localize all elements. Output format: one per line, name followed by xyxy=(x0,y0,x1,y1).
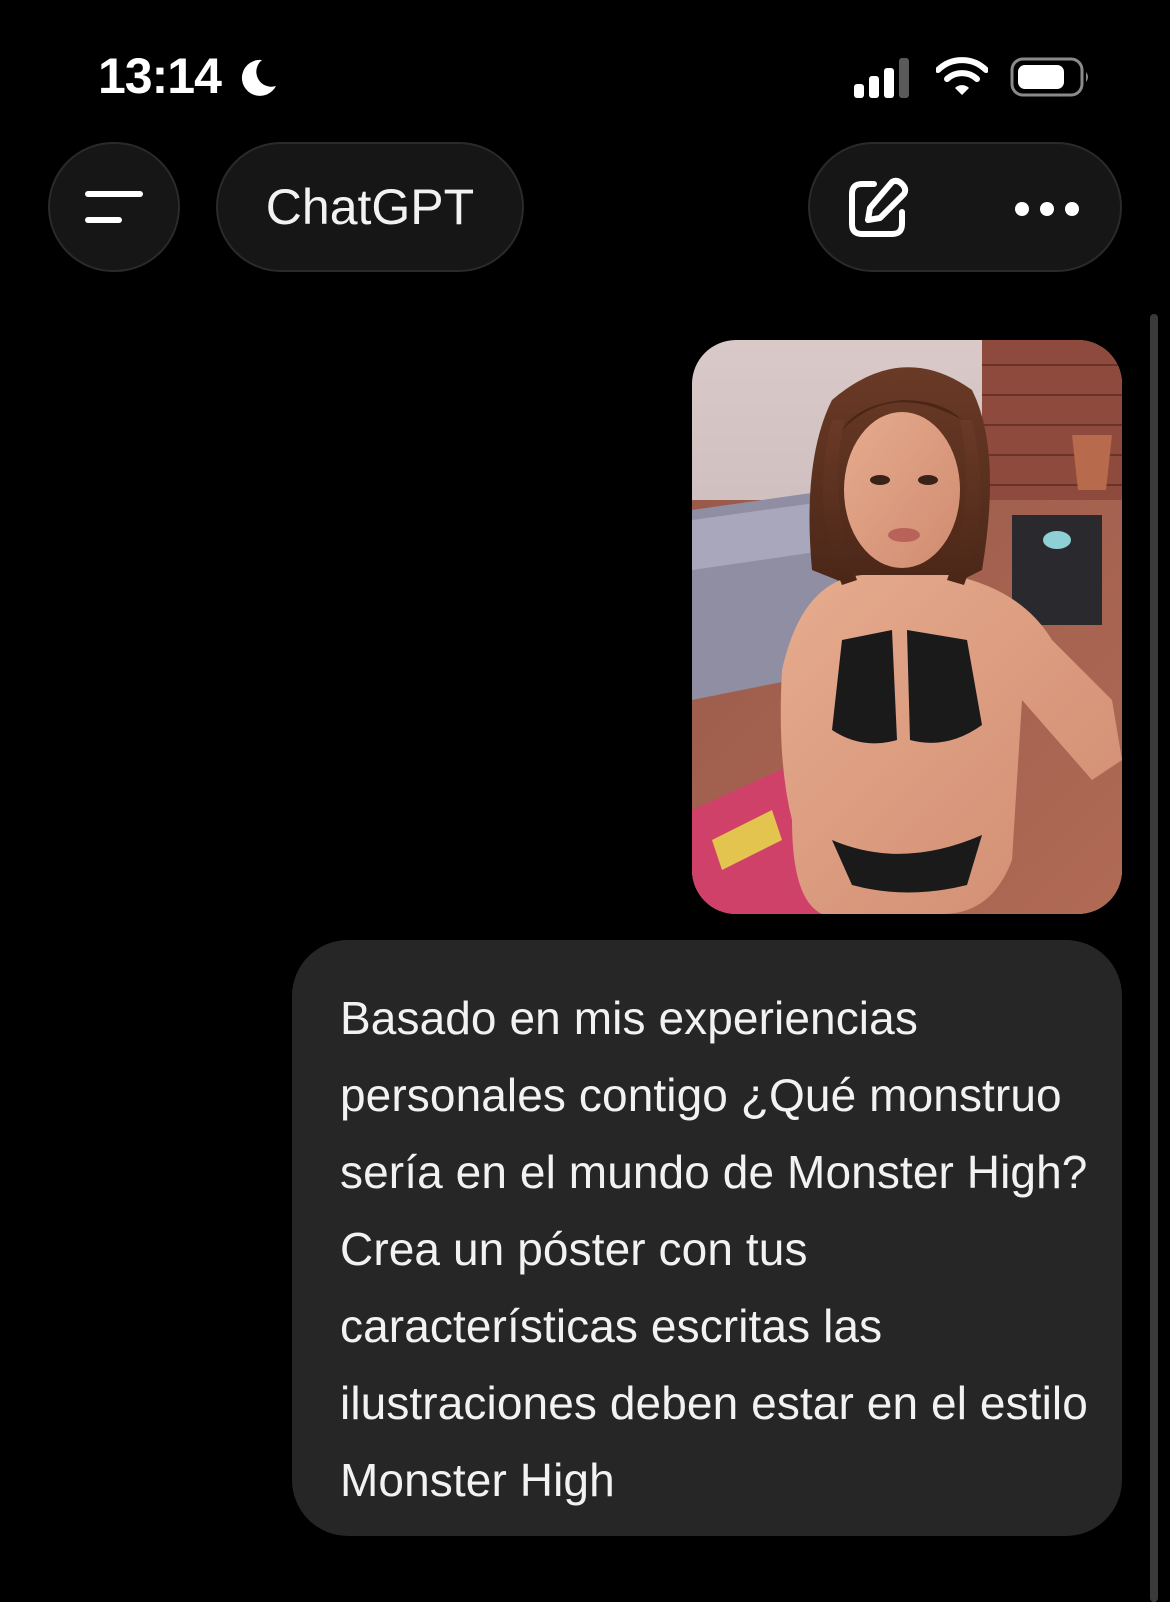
model-selector-button[interactable]: ChatGPT xyxy=(216,142,524,272)
menu-button[interactable] xyxy=(48,142,180,272)
menu-icon xyxy=(85,191,143,223)
battery-icon xyxy=(1010,57,1088,97)
attached-photo[interactable] xyxy=(692,340,1122,914)
status-bar: 13:14 xyxy=(0,0,1170,140)
moon-icon xyxy=(241,59,276,96)
scrollbar[interactable] xyxy=(1150,314,1158,1602)
status-time: 13:14 xyxy=(98,48,222,104)
user-message-text: Basado en mis experiencias personales co… xyxy=(340,992,1088,1506)
wifi-icon xyxy=(936,57,988,95)
new-chat-icon xyxy=(849,177,909,237)
more-icon xyxy=(1015,202,1079,216)
signal-icon xyxy=(854,58,909,98)
user-message-bubble[interactable]: Basado en mis experiencias personales co… xyxy=(292,940,1122,1536)
photo-thumbnail xyxy=(692,340,1122,914)
new-chat-button[interactable] xyxy=(840,172,914,246)
more-options-button[interactable] xyxy=(1002,172,1092,246)
page-title: ChatGPT xyxy=(265,179,475,235)
header-actions xyxy=(808,142,1122,272)
